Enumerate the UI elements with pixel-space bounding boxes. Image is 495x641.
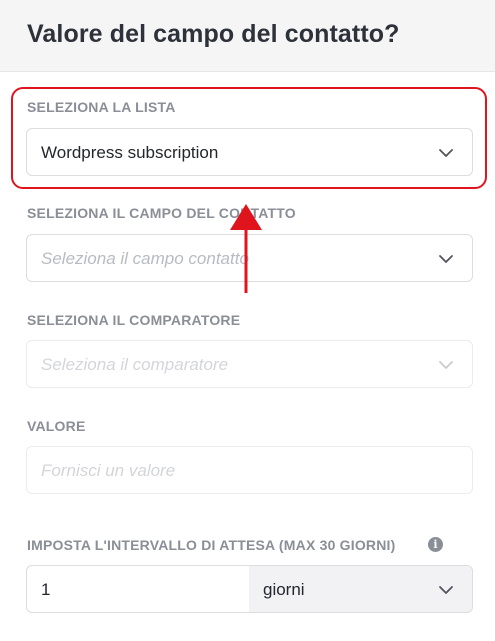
comparator-label: SELEZIONA IL COMPARATORE xyxy=(27,312,241,328)
annotation-arrow-icon xyxy=(230,204,262,293)
wait-amount-input[interactable]: 1 xyxy=(27,566,250,612)
chevron-down-icon xyxy=(439,586,453,594)
wait-unit-select[interactable]: giorni xyxy=(249,566,472,612)
info-icon[interactable]: i xyxy=(428,537,443,552)
wait-interval-group: 1 giorni xyxy=(26,565,473,613)
modal-header: Valore del campo del contatto? xyxy=(0,0,495,72)
contact-field-placeholder: Seleziona il campo contatto xyxy=(41,249,249,268)
annotation-highlight-box xyxy=(11,87,487,189)
comparator-select[interactable]: Seleziona il comparatore xyxy=(26,340,473,388)
wait-amount-value: 1 xyxy=(41,580,51,599)
chevron-down-icon xyxy=(439,255,453,263)
comparator-placeholder: Seleziona il comparatore xyxy=(41,355,229,374)
value-input[interactable]: Fornisci un valore xyxy=(26,446,473,494)
chevron-down-icon xyxy=(439,361,453,369)
value-label: VALORE xyxy=(27,418,86,434)
wait-unit-value: giorni xyxy=(263,580,305,599)
wait-interval-label: IMPOSTA L'INTERVALLO DI ATTESA (MAX 30 G… xyxy=(27,537,396,553)
page-title: Valore del campo del contatto? xyxy=(27,20,400,48)
value-placeholder: Fornisci un valore xyxy=(41,461,176,480)
